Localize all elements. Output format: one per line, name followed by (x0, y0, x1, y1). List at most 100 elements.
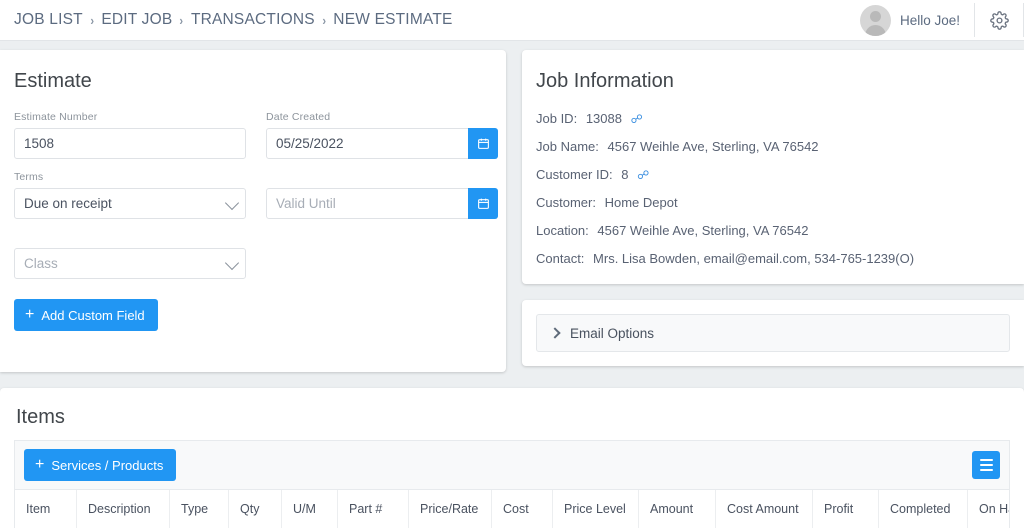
chevron-down-icon (224, 195, 240, 210)
right-column: Job Information Job ID: 13088 ☍ Job Name… (522, 50, 1024, 366)
column-header-on-hand[interactable]: On Hand (968, 490, 1009, 528)
plus-icon: + (25, 306, 35, 323)
customer-value: Home Depot (604, 195, 678, 210)
column-header-qty[interactable]: Qty (229, 490, 282, 528)
job-info-row-customer-id: Customer ID: 8 ☍ (536, 167, 1010, 182)
items-toolbar: + Services / Products (14, 440, 1010, 489)
settings-button[interactable] (975, 0, 1023, 40)
customer-label: Customer: (536, 195, 596, 210)
valid-until-calendar-button[interactable] (468, 188, 498, 219)
email-options-card: Email Options (522, 300, 1024, 366)
items-menu-button[interactable] (972, 451, 1000, 479)
terms-label: Terms (14, 171, 44, 183)
job-info-row-customer: Customer: Home Depot (536, 195, 1010, 210)
breadcrumb-separator-icon: › (322, 12, 326, 28)
user-avatar-icon[interactable] (859, 4, 891, 36)
valid-until-placeholder: Valid Until (276, 196, 336, 211)
terms-value: Due on receipt (24, 196, 112, 211)
job-name-label: Job Name: (536, 139, 599, 154)
job-info-row-contact: Contact: Mrs. Lisa Bowden, email@email.c… (536, 251, 1010, 266)
job-info-row-job-id: Job ID: 13088 ☍ (536, 111, 1010, 126)
calendar-icon (477, 138, 489, 149)
field-class: Class (14, 231, 246, 279)
field-valid-until: Valid Until (266, 171, 498, 219)
column-header-profit[interactable]: Profit (813, 490, 879, 528)
breadcrumb: JOB LIST › EDIT JOB › TRANSACTIONS › NEW… (14, 11, 453, 29)
job-id-label: Job ID: (536, 111, 578, 126)
column-header-cost[interactable]: Cost (492, 490, 553, 528)
column-header-cost-amount[interactable]: Cost Amount (716, 490, 813, 528)
add-custom-field-label: Add Custom Field (41, 307, 145, 323)
date-created-input[interactable]: 05/25/2022 (266, 128, 498, 159)
add-custom-field-button[interactable]: + Add Custom Field (14, 299, 158, 331)
estimate-card-title: Estimate (14, 70, 92, 92)
top-bar: JOB LIST › EDIT JOB › TRANSACTIONS › NEW… (0, 0, 1024, 41)
link-icon[interactable]: ☍ (631, 112, 643, 126)
column-header-completed[interactable]: Completed (879, 490, 968, 528)
customer-id-value: 8 (621, 167, 629, 182)
form-spacer (266, 231, 498, 291)
date-created-calendar-button[interactable] (468, 128, 498, 159)
items-card: Items + Services / Products Item Descrip… (0, 388, 1024, 528)
valid-until-input[interactable]: Valid Until (266, 188, 498, 219)
estimate-number-value: 1508 (24, 136, 55, 151)
date-created-value: 05/25/2022 (276, 136, 344, 151)
items-table-header: Item Description Type Qty U/M Part # Pri… (14, 489, 1010, 528)
job-info-row-location: Location: 4567 Weihle Ave, Sterling, VA … (536, 223, 1010, 238)
job-name-value: 4567 Weihle Ave, Sterling, VA 76542 (607, 139, 819, 154)
email-options-label: Email Options (570, 325, 655, 341)
column-header-description[interactable]: Description (77, 490, 170, 528)
job-id-value: 13088 (585, 111, 622, 126)
breadcrumb-item-new-estimate[interactable]: NEW ESTIMATE (333, 11, 452, 29)
add-services-products-button[interactable]: + Services / Products (24, 449, 177, 481)
field-terms: Terms Due on receipt (14, 171, 246, 219)
estimate-card: Estimate Estimate Number 1508 Date Creat… (0, 50, 506, 372)
email-options-toggle[interactable]: Email Options (536, 314, 1010, 352)
hamburger-menu-icon (979, 464, 993, 466)
column-header-type[interactable]: Type (170, 490, 229, 528)
field-date-created: Date Created 05/25/2022 (266, 111, 498, 159)
estimate-number-input[interactable]: 1508 (14, 128, 246, 159)
breadcrumb-item-job-list[interactable]: JOB LIST (14, 11, 83, 29)
hamburger-menu-icon (979, 459, 993, 461)
column-header-um[interactable]: U/M (282, 490, 338, 528)
add-custom-field-wrap: + Add Custom Field (0, 291, 506, 353)
chevron-right-icon (549, 327, 561, 339)
gear-icon (989, 10, 1009, 30)
chevron-down-icon (224, 255, 240, 270)
customer-id-label: Customer ID: (536, 167, 613, 182)
breadcrumb-separator-icon: › (90, 12, 94, 28)
terms-select[interactable]: Due on receipt (14, 188, 246, 219)
link-icon[interactable]: ☍ (637, 168, 649, 182)
estimate-number-label: Estimate Number (14, 111, 98, 123)
breadcrumb-item-edit-job[interactable]: EDIT JOB (101, 11, 172, 29)
column-header-amount[interactable]: Amount (639, 490, 716, 528)
location-label: Location: (536, 223, 589, 238)
job-info-row-job-name: Job Name: 4567 Weihle Ave, Sterling, VA … (536, 139, 1010, 154)
job-information-card: Job Information Job ID: 13088 ☍ Job Name… (522, 50, 1024, 284)
estimate-form: Estimate Number 1508 Date Created 05/25/… (0, 111, 506, 291)
job-information-list: Job ID: 13088 ☍ Job Name: 4567 Weihle Av… (522, 111, 1024, 266)
contact-label: Contact: (536, 251, 585, 266)
class-placeholder: Class (24, 256, 58, 271)
class-select[interactable]: Class (14, 248, 246, 279)
contact-value: Mrs. Lisa Bowden, email@email.com, 534-7… (593, 251, 915, 266)
top-row: Estimate Estimate Number 1508 Date Creat… (0, 50, 1024, 372)
greeting-label: Hello Joe! (899, 12, 960, 28)
page-content: Estimate Estimate Number 1508 Date Creat… (0, 41, 1024, 528)
top-bar-right: Hello Joe! (859, 0, 1024, 40)
column-header-part-number[interactable]: Part # (338, 490, 409, 528)
hamburger-menu-icon (979, 469, 993, 471)
add-services-products-label: Services / Products (51, 457, 164, 473)
column-header-price-level[interactable]: Price Level (553, 490, 639, 528)
location-value: 4567 Weihle Ave, Sterling, VA 76542 (597, 223, 809, 238)
items-title: Items (16, 406, 65, 428)
column-header-item[interactable]: Item (15, 490, 77, 528)
calendar-icon (477, 198, 489, 209)
breadcrumb-separator-icon: › (179, 12, 184, 28)
breadcrumb-item-transactions[interactable]: TRANSACTIONS (191, 11, 315, 29)
plus-icon: + (35, 456, 45, 473)
field-estimate-number: Estimate Number 1508 (14, 111, 246, 159)
column-header-price-rate[interactable]: Price/Rate (409, 490, 492, 528)
date-created-label: Date Created (266, 111, 331, 123)
